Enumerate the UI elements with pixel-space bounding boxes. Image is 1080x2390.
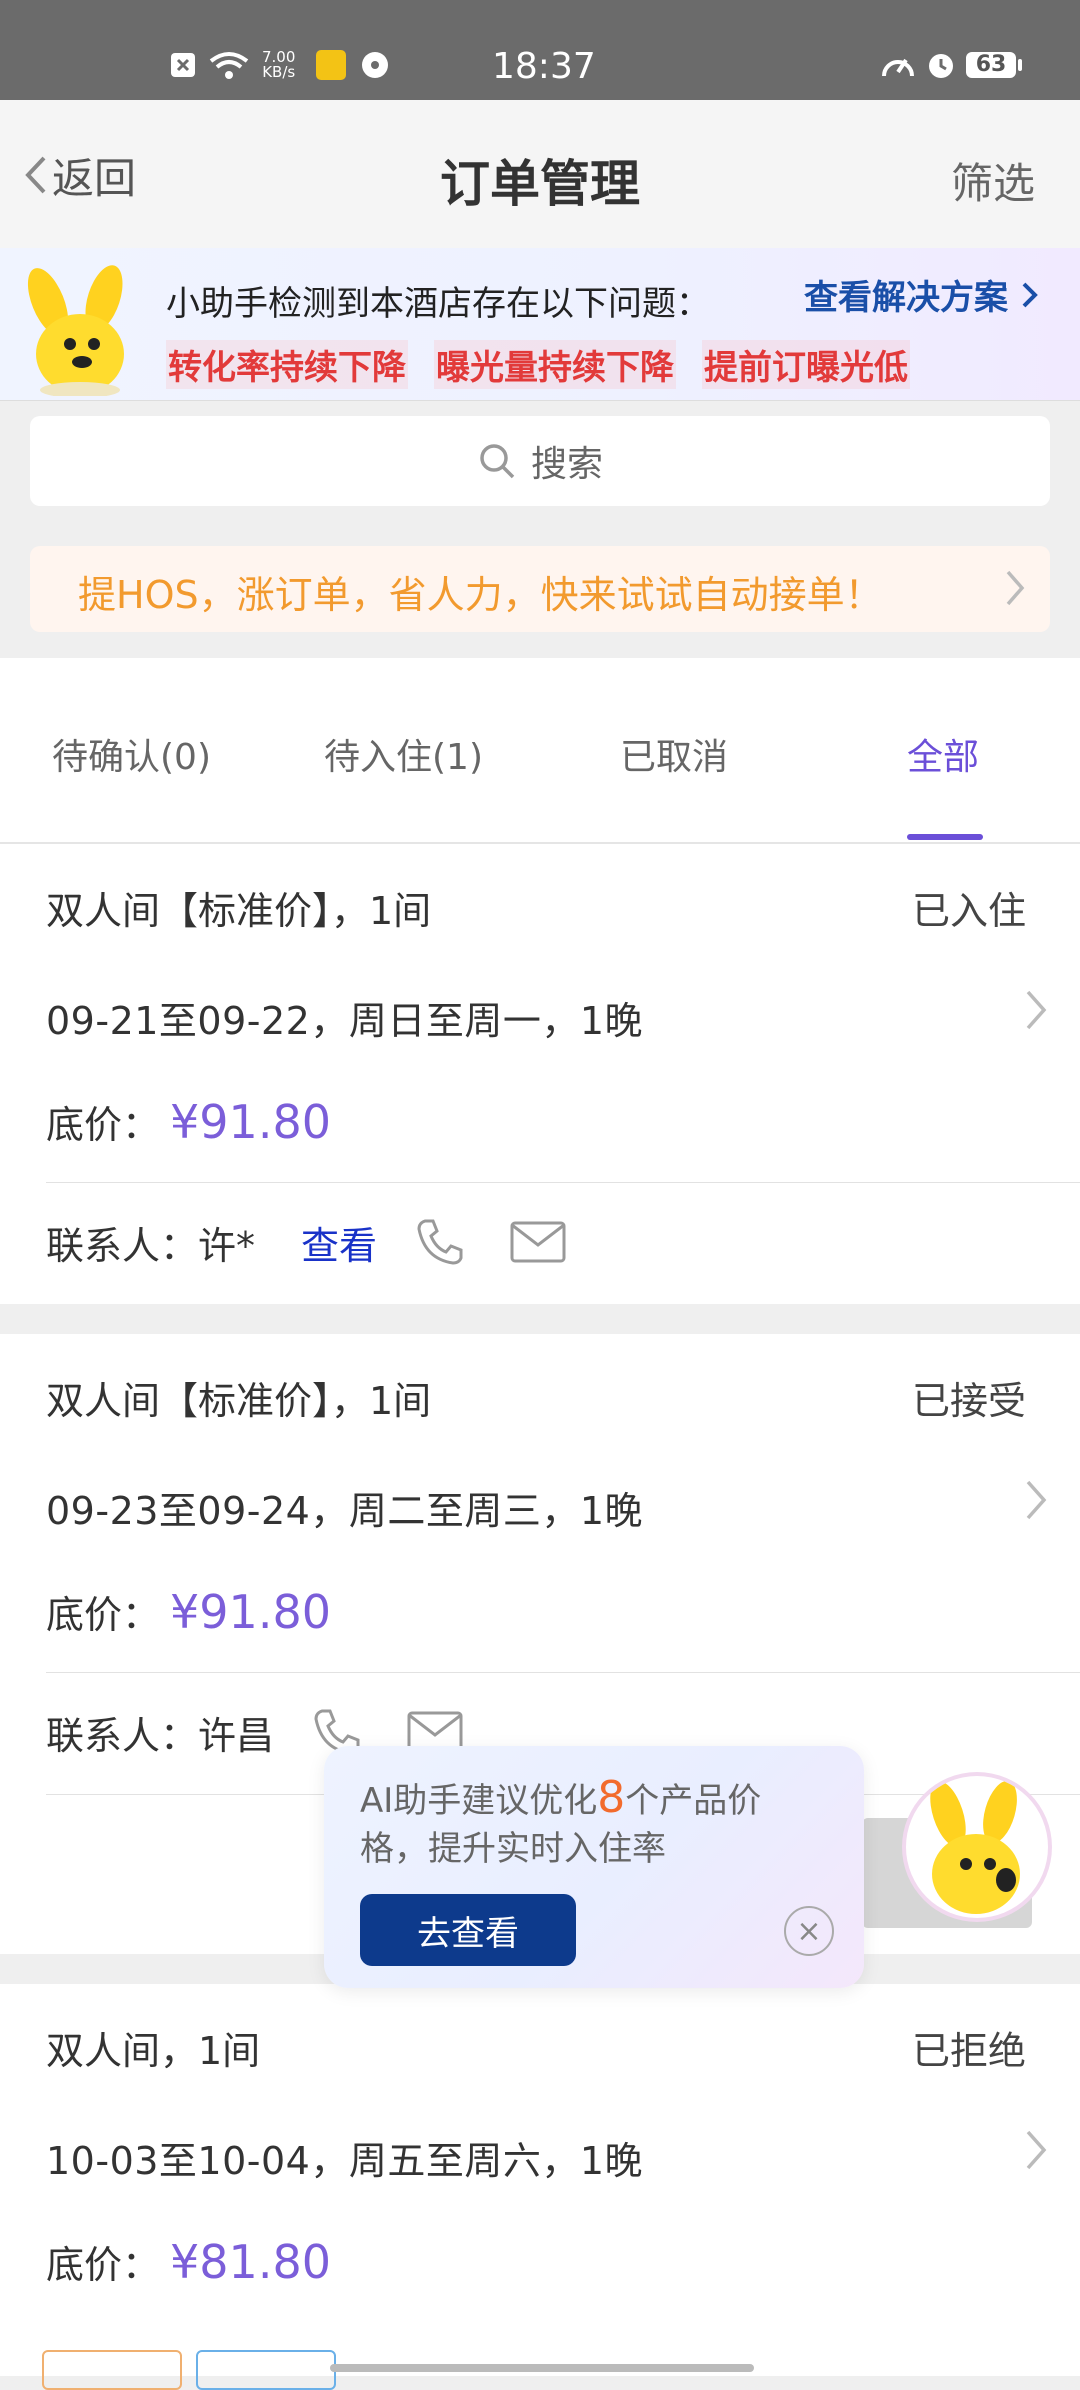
- assistant-alert-banner[interactable]: 小助手检测到本酒店存在以下问题： 查看解决方案 转化率持续下降 曝光量持续下降 …: [0, 248, 1080, 401]
- divider: [46, 1182, 1080, 1183]
- app-notification-icon: [316, 50, 346, 80]
- clock: 18:37: [492, 46, 596, 87]
- tab-pending-checkin[interactable]: 待入住(1): [324, 728, 483, 780]
- battery-tip: [1018, 59, 1022, 71]
- chevron-right-icon: [1026, 2130, 1047, 2170]
- order-status: 已接受: [911, 1379, 1026, 1423]
- base-price: 底价： ¥91.80: [46, 1584, 331, 1639]
- search-icon: [480, 444, 515, 479]
- home-indicator[interactable]: [330, 2364, 754, 2372]
- view-contact-link[interactable]: 查看: [301, 1215, 377, 1270]
- ai-suggestion-text: AI助手建议优化8个产品价格，提升实时入住率: [360, 1772, 762, 1870]
- stay-dates: 10-03至10-04，周五至周六，1晚: [46, 2139, 644, 2183]
- room-info: 双人间【标准价】，1间: [46, 1379, 432, 1423]
- filter-button[interactable]: 筛选: [951, 150, 1035, 211]
- mascot-icon: [27, 265, 124, 396]
- net-speed: 7.00 KB/s: [262, 48, 296, 81]
- order-card[interactable]: 双人间【标准价】，1间 已入住 09-21至09-22，周日至周一，1晚 底价：…: [0, 844, 1080, 1304]
- contact-label: 联系人：: [46, 1713, 199, 1758]
- order-card[interactable]: 双人间，1间 已拒绝 10-03至10-04，周五至周六，1晚 底价： ¥81.…: [0, 1984, 1080, 2376]
- close-icon[interactable]: ×: [784, 1906, 834, 1956]
- room-info: 双人间，1间: [46, 2029, 261, 2073]
- battery-indicator: 63: [966, 52, 1016, 78]
- search-input[interactable]: 搜索: [30, 416, 1050, 506]
- stay-dates: 09-23至09-24，周二至周三，1晚: [46, 1489, 644, 1533]
- media-icon: [362, 52, 388, 78]
- chevron-right-icon: [1022, 282, 1038, 307]
- issue-list: 转化率持续下降 曝光量持续下降 提前订曝光低: [166, 340, 910, 389]
- price-label: 底价：: [46, 2243, 161, 2287]
- speedometer-icon: [882, 58, 914, 77]
- room-info: 双人间【标准价】，1间: [46, 889, 432, 933]
- price-value: ¥81.80: [170, 2235, 331, 2289]
- issue-conversion: 转化率持续下降: [166, 340, 408, 389]
- base-price: 底价： ¥91.80: [46, 1094, 331, 1149]
- divider: [46, 1672, 1080, 1673]
- order-status: 已入住: [911, 889, 1026, 933]
- mascot-icon: [930, 1780, 1020, 1914]
- notification-icon: [171, 53, 195, 77]
- chevron-right-icon: [1026, 990, 1047, 1030]
- view-solution-link[interactable]: 查看解决方案: [804, 270, 1040, 319]
- page-title: 订单管理: [440, 155, 640, 213]
- contact-name: 许昌: [198, 1713, 275, 1758]
- tab-cancelled[interactable]: 已取消: [620, 728, 728, 780]
- auto-accept-promo[interactable]: 提HOS，涨订单，省人力，快来试试自动接单！: [30, 546, 1050, 632]
- order-tabs: 待确认(0) 待入住(1) 已取消 全部: [0, 658, 1080, 844]
- promo-text: 提HOS，涨订单，省人力，快来试试自动接单！: [78, 573, 883, 617]
- phone-icon[interactable]: [413, 1215, 467, 1269]
- stay-dates: 09-21至09-22，周日至周一，1晚: [46, 999, 644, 1043]
- status-bar: 7.00 KB/s 18:37 63: [0, 0, 1080, 100]
- contact-label: 联系人：: [46, 1223, 199, 1268]
- order-tag: [42, 2350, 182, 2390]
- go-view-button[interactable]: 去查看: [360, 1894, 576, 1966]
- nav-bar: 返回 订单管理 筛选: [0, 100, 1080, 249]
- contact-name: 许*: [198, 1223, 256, 1268]
- base-price: 底价： ¥81.80: [46, 2234, 331, 2289]
- tab-all[interactable]: 全部: [907, 728, 979, 780]
- price-label: 底价：: [46, 1103, 161, 1147]
- alert-message: 小助手检测到本酒店存在以下问题：: [166, 284, 710, 324]
- mail-icon[interactable]: [509, 1219, 567, 1265]
- ai-suggestion-popup: AI助手建议优化8个产品价格，提升实时入住率 去查看 ×: [324, 1746, 864, 1988]
- price-value: ¥91.80: [170, 1585, 331, 1639]
- issue-advance-booking: 提前订曝光低: [702, 340, 910, 389]
- chevron-right-icon: [1026, 1480, 1047, 1520]
- issue-exposure: 曝光量持续下降: [434, 340, 676, 389]
- active-tab-indicator: [907, 834, 983, 840]
- order-status: 已拒绝: [911, 2029, 1026, 2073]
- wifi-icon: [209, 52, 249, 79]
- assistant-mascot-button[interactable]: [906, 1776, 1048, 1918]
- search-placeholder: 搜索: [530, 444, 603, 485]
- price-label: 底价：: [46, 1593, 161, 1637]
- alarm-icon: [929, 54, 953, 78]
- contact-row: 联系人： 许* 查看: [46, 1212, 567, 1272]
- order-tag: [196, 2350, 336, 2390]
- price-value: ¥91.80: [170, 1095, 331, 1149]
- tab-pending-confirm[interactable]: 待确认(0): [52, 728, 211, 780]
- product-count: 8: [597, 1772, 626, 1823]
- view-solution-label: 查看解决方案: [804, 278, 1008, 318]
- chevron-right-icon: [1006, 570, 1025, 606]
